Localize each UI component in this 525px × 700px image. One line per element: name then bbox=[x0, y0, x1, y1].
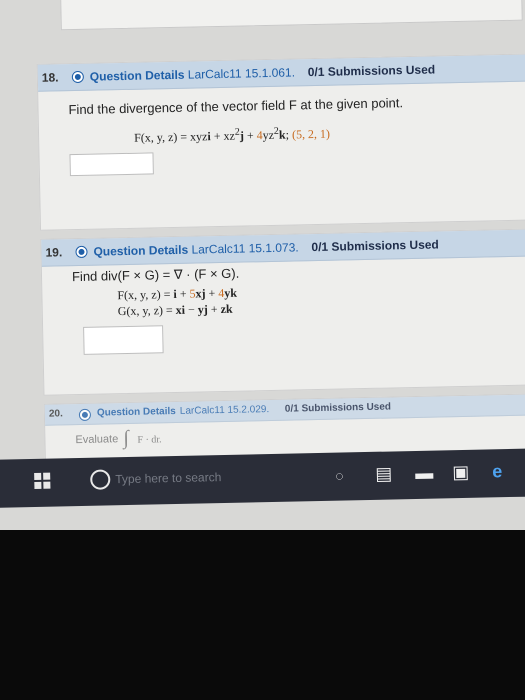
formula-lhs: F(x, y, z) = xyz bbox=[133, 129, 208, 145]
screen: 18. Question Details LarCalc11 15.1.061.… bbox=[0, 0, 525, 530]
question-number: 18. bbox=[41, 70, 59, 85]
submissions-used: 0/1 Submissions Used bbox=[307, 62, 436, 80]
formula-term: yj bbox=[197, 302, 208, 317]
formula-term: xj bbox=[195, 286, 206, 301]
page-content: 18. Question Details LarCalc11 15.1.061.… bbox=[0, 0, 525, 530]
question-number: 19. bbox=[45, 245, 63, 260]
question-20-header: 20. Question Details LarCalc11 15.2.029.… bbox=[44, 394, 525, 426]
formula-lhs: F(x, y, z) = bbox=[117, 287, 174, 303]
formula-plus: + bbox=[205, 286, 219, 301]
question-status-icon bbox=[71, 70, 84, 84]
question-source: LarCalc11 15.1.061. bbox=[187, 65, 296, 82]
question-19-header: 19. Question Details LarCalc11 15.1.073.… bbox=[41, 229, 525, 267]
formula-plus: + bbox=[207, 302, 221, 317]
question-details-link[interactable]: Question Details bbox=[93, 243, 188, 259]
task-view-icon[interactable]: ▤ bbox=[375, 463, 392, 484]
formula-term: zk bbox=[220, 301, 233, 317]
question-prompt: Evaluate bbox=[75, 433, 119, 447]
field-F-formula: F(x, y, z) = i + 5xj + 4yk bbox=[117, 286, 237, 304]
formula-plus: + bbox=[176, 286, 190, 301]
microphone-icon[interactable]: ◌ bbox=[335, 467, 344, 483]
formula-term: + xz bbox=[210, 128, 236, 144]
edge-browser-icon[interactable]: e bbox=[492, 461, 502, 482]
windows-start-icon[interactable] bbox=[34, 472, 51, 489]
field-G-formula: G(x, y, z) = xi − yj + zk bbox=[118, 302, 233, 319]
cortana-icon[interactable] bbox=[90, 469, 111, 490]
formula-term: yz bbox=[262, 127, 275, 143]
vector-field-formula: F(x, y, z) = xyzi + xz2j + 4yz2k; (5, 2,… bbox=[134, 125, 330, 146]
question-details-link[interactable]: Question Details bbox=[90, 68, 185, 84]
folder-icon[interactable]: ▬ bbox=[415, 463, 433, 484]
question-19-panel: 19. Question Details LarCalc11 15.1.073.… bbox=[40, 228, 525, 396]
question-18-panel: 18. Question Details LarCalc11 15.1.061.… bbox=[36, 53, 525, 231]
formula-lhs: G(x, y, z) = bbox=[117, 302, 176, 319]
question-source: LarCalc11 15.2.029. bbox=[179, 404, 270, 417]
taskbar: Type here to search ◌ ▤ ▬ ▣ e bbox=[0, 448, 525, 508]
submissions-used: 0/1 Submissions Used bbox=[284, 401, 392, 415]
question-status-icon bbox=[75, 245, 88, 259]
given-point: (5, 2, 1) bbox=[288, 126, 331, 142]
answer-input-18[interactable] bbox=[69, 152, 154, 177]
question-details-link[interactable]: Question Details bbox=[97, 406, 176, 419]
previous-answer-area bbox=[59, 0, 523, 31]
answer-input-19[interactable] bbox=[83, 325, 164, 355]
submissions-used: 0/1 Submissions Used bbox=[311, 237, 439, 255]
question-prompt: Find div(F × G) = ∇ · (F × G). bbox=[71, 265, 240, 285]
store-icon[interactable]: ▣ bbox=[452, 462, 469, 483]
taskbar-search-input[interactable]: Type here to search bbox=[115, 470, 221, 486]
question-18-header: 18. Question Details LarCalc11 15.1.061.… bbox=[37, 54, 525, 92]
formula-plus: + bbox=[243, 128, 257, 143]
question-status-icon bbox=[78, 408, 92, 422]
question-prompt: Find the divergence of the vector field … bbox=[68, 95, 404, 118]
formula-minus: − bbox=[184, 302, 198, 317]
question-number: 20. bbox=[48, 408, 63, 420]
line-integral-symbol: ∫ bbox=[123, 426, 130, 450]
integrand: F · dr. bbox=[137, 434, 162, 446]
question-source: LarCalc11 15.1.073. bbox=[191, 240, 299, 257]
formula-term: yk bbox=[224, 285, 238, 300]
